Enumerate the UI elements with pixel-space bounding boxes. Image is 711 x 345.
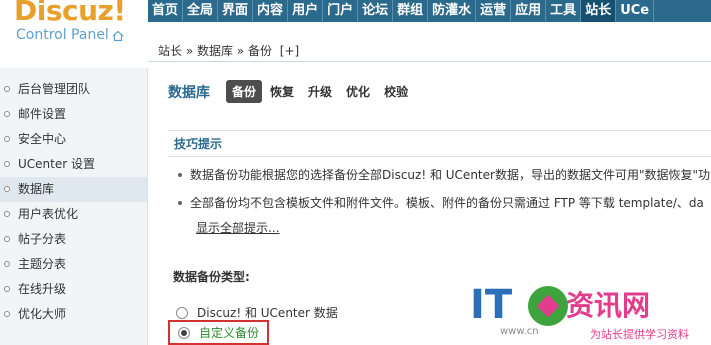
bullet [178,201,182,205]
top-tab[interactable]: 用户 [288,0,324,22]
watermark-slogan: 为站长提供学习资料 [590,328,689,341]
tip-item: 全部备份均不包含模板文件和附件文件。模板、附件的备份只需通过 FTP 等下载 t… [176,189,711,217]
top-tab[interactable]: 首页 [148,0,184,22]
tip-text: 数据备份功能根据您的选择备份全部Discuz! 和 UCenter数据，导出的数… [190,168,710,182]
watermark-it: IT [470,282,513,328]
sidebar-item-label: 主题分表 [18,257,67,271]
sub-tab[interactable]: 升级 [302,80,338,103]
control-panel-label: Control Panel [16,27,109,43]
top-tab[interactable]: 全局 [183,0,219,22]
tip-item: 数据备份功能根据您的选择备份全部Discuz! 和 UCenter数据，导出的数… [176,161,711,189]
watermark-cn: 资讯网 [566,289,651,322]
top-tab[interactable]: 论坛 [358,0,394,22]
sub-tab[interactable]: 校验 [378,80,414,103]
sidebar-item-label: 安全中心 [18,132,67,146]
bullet-icon [4,136,10,142]
sidebar-item-label: 数据库 [18,182,55,196]
watermark-url: www.cn [500,326,539,337]
bullet-icon [4,261,10,267]
radio-label: 自定义备份 [199,326,260,340]
breadcrumb-bar: 站长 » 数据库 » 备份 [+] [148,36,711,62]
sidebar-item[interactable]: UCenter 设置 [0,152,147,177]
sidebar-item[interactable]: 后台管理团队 [0,77,147,102]
sidebar-item[interactable]: 邮件设置 [0,102,147,127]
title-row: 数据库 备份 恢复 升级 优化 校验 [168,80,416,103]
top-tab[interactable]: 工具 [546,0,582,22]
sidebar-item-label: 优化大师 [18,307,67,321]
bullet-icon [4,236,10,242]
sidebar-item[interactable]: 优化大师 [0,302,147,327]
page-title: 数据库 [168,84,210,101]
sidebar-item[interactable]: 在线升级 [0,277,147,302]
top-tab[interactable]: 界面 [218,0,254,22]
backup-option-custom[interactable]: 自定义备份 [168,320,270,345]
header: Discuz! Control Panel 首页 全局 界面 内容 用户 门户 论坛 群组 防灌… [0,0,711,68]
bullet-icon [4,186,10,192]
backup-option-full[interactable]: Discuz! 和 UCenter 数据 [176,304,338,321]
top-navigation: 首页 全局 界面 内容 用户 门户 论坛 群组 防灌水 运营 应用 工具 站长 UCe [148,0,711,22]
sidebar-item[interactable]: 帖子分表 [0,227,147,252]
top-tab[interactable]: 站长 [581,0,617,22]
sidebar-item[interactable]: 用户表优化 [0,202,147,227]
top-tab[interactable]: 运营 [476,0,512,22]
tips-panel: 技巧提示 数据备份功能根据您的选择备份全部Discuz! 和 UCenter数据… [168,130,711,256]
sidebar-item-label: 帖子分表 [18,232,67,246]
bullet-icon [4,111,10,117]
sidebar-item-label: 在线升级 [18,282,67,296]
top-tab[interactable]: 门户 [323,0,359,22]
breadcrumb: 站长 » 数据库 » 备份 [+] [158,42,299,59]
tips-heading: 技巧提示 [168,131,711,157]
sidebar-menu: 后台管理团队 邮件设置安全中心 UCenter 设置 数据库用户表优化帖子分表主题分表… [0,77,147,327]
top-tab[interactable]: 应用 [511,0,547,22]
bullet-icon [4,161,10,167]
sub-tab[interactable]: 优化 [340,80,376,103]
tip-text: 全部备份均不包含模板文件和附件文件。模板、附件的备份只需通过 FTP 等下载 t… [190,196,704,210]
top-tab[interactable]: UCe [616,0,655,22]
sidebar-item-label: 邮件设置 [18,107,67,121]
sidebar-item-label: 用户表优化 [18,207,79,221]
bullet-icon [4,211,10,217]
add-shortcut-button[interactable]: [+] [280,44,299,58]
bullet-icon [4,86,10,92]
watermark-logo-icon [528,286,568,326]
backup-type-label: 数据备份类型: [173,270,250,284]
bullet [178,173,182,177]
top-tab[interactable]: 内容 [253,0,289,22]
sidebar-item-label: 后台管理团队 [18,82,91,96]
show-all-tips-link[interactable]: 显示全部提示... [196,219,711,236]
bullet-icon [4,311,10,317]
radio-button-checked[interactable] [178,326,190,339]
watermark: IT 资讯网 www.cn 为站长提供学习资料 [470,282,711,345]
sub-tab[interactable]: 恢复 [264,80,300,103]
logo[interactable]: Discuz! Control Panel [0,0,148,68]
radio-button[interactable] [176,306,188,319]
top-tab[interactable]: 群组 [393,0,429,22]
breadcrumb-text: 站长 » 数据库 » 备份 [158,44,272,58]
sub-tabs: 备份 恢复 升级 优化 校验 [226,80,416,103]
sidebar-item[interactable]: 数据库 [0,177,147,202]
top-tab[interactable]: 防灌水 [428,0,477,22]
sidebar-item-label: UCenter 设置 [18,157,95,171]
bullet-icon [4,286,10,292]
sidebar-item[interactable]: 安全中心 [0,127,147,152]
brand-logo: Discuz! [14,0,126,27]
radio-label: Discuz! 和 UCenter 数据 [197,306,338,320]
sidebar-item[interactable]: 主题分表 [0,252,147,277]
sidebar: 后台管理团队 邮件设置安全中心 UCenter 设置 数据库用户表优化帖子分表主题分表… [0,68,148,345]
home-icon[interactable] [112,30,124,42]
tips-list: 数据备份功能根据您的选择备份全部Discuz! 和 UCenter数据，导出的数… [168,161,711,217]
sub-tab[interactable]: 备份 [226,80,263,103]
